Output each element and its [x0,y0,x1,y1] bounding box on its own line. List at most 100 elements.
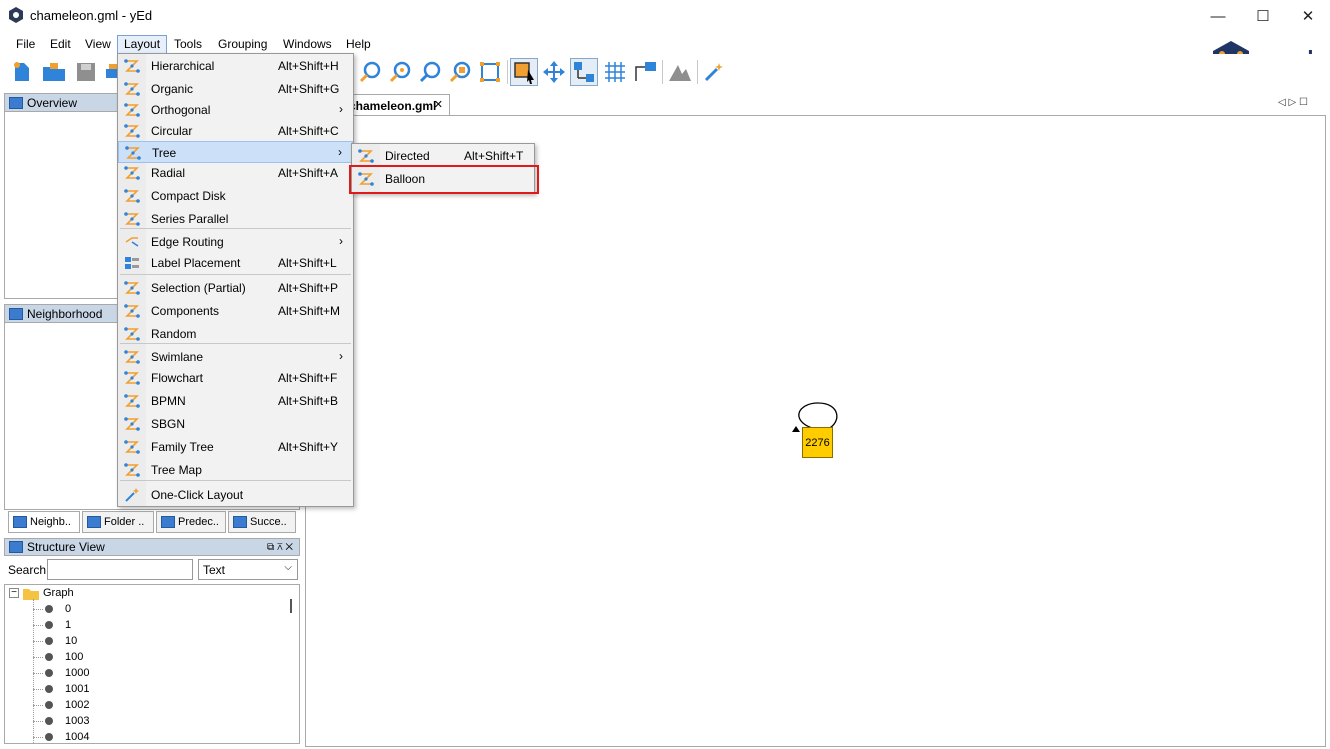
tab-scroll-icons[interactable]: ◁ ▷ ☐ [1278,97,1308,108]
close-tab-icon[interactable]: ✕ [434,98,443,111]
menu-item-shortcut: Alt+Shift+M [278,304,341,318]
toolbar-separator [507,60,508,84]
menu-item-tree-map[interactable]: Tree Map [118,459,353,481]
tree-node-item[interactable]: 0 [33,601,71,617]
menu-item-swimlane[interactable]: Swimlane › [118,346,353,368]
menu-item-sbgn[interactable]: SBGN [118,413,353,435]
tab-label: Predec.. [178,516,219,528]
tree-node-item[interactable]: 1 [33,617,71,633]
collapse-icon[interactable]: − [9,588,19,598]
menu-edit[interactable]: Edit [44,35,77,54]
submenu-item-shortcut: Alt+Shift+T [464,149,524,163]
menu-tools[interactable]: Tools [168,35,208,54]
layout-icon [124,304,140,318]
menu-item-shortcut: Alt+Shift+P [278,281,339,295]
move-icon[interactable] [540,58,568,86]
tree-node-item[interactable]: 10 [33,633,77,649]
tree-root[interactable]: − Graph [9,585,74,601]
menu-view[interactable]: View [79,35,117,54]
tree-node-label: 1 [65,619,72,631]
structure-tree[interactable]: − Graph 0 1 10 100 1000 1001 1002 1003 1004 [4,584,300,744]
hierarchy-mode-icon[interactable] [570,58,598,86]
open-folder-icon[interactable] [40,58,68,86]
balloon-highlight [349,165,539,194]
search-input[interactable] [47,559,193,580]
tree-node-label: 10 [65,635,78,647]
tab-predecessors[interactable]: Predec.. [156,511,226,533]
menu-item-components[interactable]: Components Alt+Shift+M [118,300,353,322]
menu-item-random[interactable]: Random [118,323,353,345]
menu-item-compact-disk[interactable]: Compact Disk [118,185,353,207]
menu-item-label-placement[interactable]: Label Placement Alt+Shift+L [118,252,353,274]
tree-node-item[interactable]: 1002 [33,697,89,713]
tree-node-item[interactable]: 1000 [33,665,89,681]
tree-connector [33,608,43,610]
orthogonal-edges-icon[interactable] [631,58,659,86]
new-document-icon[interactable] [8,58,36,86]
tab-neighborhood[interactable]: Neighb.. [8,511,80,533]
zoom-in-icon[interactable] [356,58,384,86]
zoom-out-icon[interactable] [416,58,444,86]
menu-item-label: Orthogonal [151,103,211,117]
menu-item-shortcut: Alt+Shift+G [278,82,340,96]
menu-windows[interactable]: Windows [277,35,338,54]
grid-icon[interactable] [601,58,629,86]
menu-item-label: Tree [152,146,177,160]
layout-icon [124,189,140,203]
title-bar: chameleon.gml - yEd — ☐ ✕ [0,0,1330,32]
menu-item-edge-routing[interactable]: Edge Routing › [118,231,353,253]
one-click-layout-icon[interactable] [700,58,728,86]
tree-node-item[interactable]: 1001 [33,681,89,697]
menu-item-label: Family Tree [151,440,214,454]
layout-icon[interactable] [666,58,694,86]
tree-node-label: 1000 [65,667,90,679]
toolbar-separator [662,60,663,84]
tree-node-label: 1002 [65,699,90,711]
tree-node-item[interactable]: 1004 [33,729,89,743]
zoom-100-icon[interactable] [386,58,414,86]
menu-item-bpmn[interactable]: BPMN Alt+Shift+B [118,390,353,412]
menu-help[interactable]: Help [340,35,377,54]
submenu-item-label: Directed [385,149,430,163]
menu-item-organic[interactable]: Organic Alt+Shift+G [118,78,353,100]
menu-item-flowchart[interactable]: Flowchart Alt+Shift+F [118,367,353,389]
menu-item-circular[interactable]: Circular Alt+Shift+C [118,120,353,142]
minimize-button[interactable]: — [1195,0,1241,32]
menu-item-hierarchical[interactable]: Hierarchical Alt+Shift+H [118,55,353,77]
tab-folder[interactable]: Folder .. [82,511,154,533]
chevron-right-icon: › [339,349,343,363]
tree-connector [33,688,43,690]
tree-node-item[interactable]: 100 [33,649,83,665]
menu-item-one-click-layout[interactable]: One-Click Layout [118,484,353,506]
maximize-button[interactable]: ☐ [1240,0,1286,32]
tree-node-item[interactable]: 1003 [33,713,89,729]
menu-item-radial[interactable]: Radial Alt+Shift+A [118,162,353,184]
zoom-selection-icon[interactable] [446,58,474,86]
document-tab[interactable]: chameleon.gml ✕ [338,94,450,116]
menu-item-label: Flowchart [151,371,204,385]
menu-grouping[interactable]: Grouping [212,35,273,54]
menu-layout[interactable]: Layout [117,35,168,54]
save-icon[interactable] [72,58,100,86]
panel-tabs: Neighb.. Folder .. Predec.. Succe.. [4,511,300,533]
structure-view-icon [9,541,23,553]
layout-icon [124,417,140,431]
layout-icon [124,103,140,117]
layout-icon [125,146,141,160]
tab-successors[interactable]: Succe.. [228,511,296,533]
menu-file[interactable]: File [10,35,41,54]
menu-item-tree[interactable]: Tree › [118,141,353,163]
menu-item-series-parallel[interactable]: Series Parallel [118,208,353,230]
layout-icon [124,82,140,96]
menu-item-orthogonal[interactable]: Orthogonal › [118,99,353,121]
panel-controls-icon[interactable]: ⧉ ⊼ ✕ [267,542,293,553]
menu-item-family-tree[interactable]: Family Tree Alt+Shift+Y [118,436,353,458]
submenu-item-directed[interactable]: Directed Alt+Shift+T [352,145,534,167]
edit-mode-icon[interactable] [510,58,538,86]
close-button[interactable]: ✕ [1285,0,1330,32]
search-type-select[interactable]: Text ⌵ [198,559,298,580]
scrollbar-thumb[interactable] [290,599,292,613]
graph-node[interactable]: 2276 [802,427,833,458]
fit-content-icon[interactable] [476,58,504,86]
menu-item-selection-partial[interactable]: Selection (Partial) Alt+Shift+P [118,277,353,299]
